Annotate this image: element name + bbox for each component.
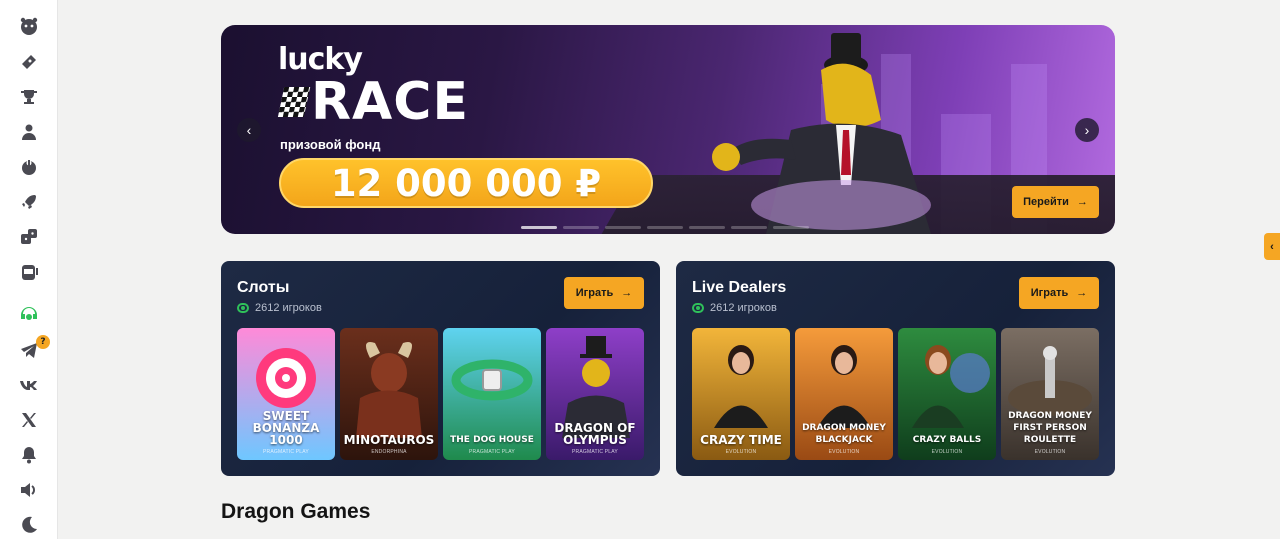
rocket-icon[interactable]	[17, 190, 41, 214]
game-name: SWEET BONANZA 1000	[252, 409, 320, 447]
slot-machine-icon[interactable]	[17, 260, 41, 284]
bell-icon[interactable]	[17, 443, 41, 467]
x-icon[interactable]	[17, 408, 41, 432]
side-panel-toggle[interactable]: ‹	[1264, 233, 1280, 260]
banner-pagination-dot[interactable]	[731, 226, 767, 229]
promo-banner[interactable]: lucky RACE призовой фонд 12 000 000 ₽ ‹ …	[221, 25, 1115, 234]
game-name: CRAZY TIME	[700, 433, 782, 447]
players-count: 2612 игроков	[255, 302, 322, 314]
dealer-icon[interactable]	[17, 120, 41, 144]
game-provider: EVOLUTION	[931, 449, 963, 455]
live-play-button[interactable]: Играть →	[1019, 277, 1099, 309]
panel-title: Live Dealers	[692, 279, 787, 296]
trophy-icon[interactable]	[17, 85, 41, 109]
game-provider: EVOLUTION	[725, 449, 757, 455]
panel-title: Слоты	[237, 279, 290, 296]
game-name: MINOTAUROS	[343, 433, 435, 447]
arrow-right-icon: →	[621, 287, 633, 299]
sound-icon[interactable]	[17, 478, 41, 502]
game-provider: PRAGMATIC PLAY	[572, 449, 618, 455]
chevron-left-icon: ‹	[1270, 240, 1274, 253]
vk-icon[interactable]	[17, 373, 41, 397]
game-card[interactable]: MINOTAUROS ENDORPHINA	[340, 328, 438, 460]
game-card[interactable]: DRAGON MONEY BLACKJACK EVOLUTION	[795, 328, 893, 460]
banner-go-label: Перейти	[1023, 196, 1069, 208]
banner-prize-amount: 12 000 000 ₽	[279, 158, 653, 208]
game-name: THE DOG HOUSE	[450, 435, 534, 445]
game-card[interactable]: SWEET BONANZA 1000 PRAGMATIC PLAY	[237, 328, 335, 460]
game-name: DRAGON OF OLYMPUS	[554, 421, 636, 447]
live-indicator-icon	[237, 303, 249, 313]
live-dealers-panel: Live Dealers 2612 игроков Играть → CRAZY…	[676, 261, 1115, 476]
game-card[interactable]: DRAGON MONEY FIRST PERSON ROULETTE EVOLU…	[1001, 328, 1099, 460]
dice-icon[interactable]	[17, 225, 41, 249]
game-name: DRAGON MONEY BLACKJACK	[802, 423, 886, 445]
game-provider: EVOLUTION	[1034, 449, 1066, 455]
banner-go-button[interactable]: Перейти →	[1012, 186, 1099, 218]
banner-pagination	[521, 226, 809, 229]
arrow-right-icon: →	[1076, 287, 1088, 299]
notification-badge: ?	[36, 335, 50, 349]
banner-pagination-dot[interactable]	[605, 226, 641, 229]
game-card[interactable]: DRAGON OF OLYMPUS PRAGMATIC PLAY	[546, 328, 644, 460]
game-provider: ENDORPHINA	[371, 449, 407, 455]
game-card[interactable]: CRAZY TIME EVOLUTION	[692, 328, 790, 460]
banner-next-button[interactable]: ›	[1075, 118, 1099, 142]
banner-pagination-dot[interactable]	[689, 226, 725, 229]
arrow-right-icon: →	[1076, 196, 1088, 208]
game-cards: CRAZY TIME EVOLUTION DRAGON MONEY BLACKJ…	[692, 328, 1099, 460]
play-label: Играть	[575, 287, 614, 299]
ticket-icon[interactable]	[17, 50, 41, 74]
game-card[interactable]: CRAZY BALLS EVOLUTION	[898, 328, 996, 460]
panel-players: 2612 игроков	[692, 302, 777, 314]
chevron-right-icon: ›	[1084, 122, 1090, 138]
sidebar: ?	[0, 0, 58, 539]
banner-pagination-dot[interactable]	[647, 226, 683, 229]
dragon-mascot-image	[712, 33, 931, 234]
banner-fund-label: призовой фонд	[280, 137, 381, 152]
panel-players: 2612 игроков	[237, 302, 322, 314]
moon-icon[interactable]	[17, 513, 41, 537]
game-name: CRAZY BALLS	[912, 435, 982, 445]
live-indicator-icon	[692, 303, 704, 313]
game-provider: EVOLUTION	[828, 449, 860, 455]
banner-pagination-dot[interactable]	[773, 226, 809, 229]
banner-brand-main: RACE	[311, 72, 469, 132]
support-icon[interactable]	[17, 303, 41, 327]
banner-prev-button[interactable]: ‹	[237, 118, 261, 142]
game-provider: PRAGMATIC PLAY	[263, 449, 309, 455]
slots-panel: Слоты 2612 игроков Играть → SWEET BONANZ…	[221, 261, 660, 476]
banner-pagination-dot[interactable]	[521, 226, 557, 229]
game-provider: PRAGMATIC PLAY	[469, 449, 515, 455]
chevron-left-icon: ‹	[246, 122, 252, 138]
section-title: Dragon Games	[221, 500, 371, 523]
game-card[interactable]: THE DOG HOUSE PRAGMATIC PLAY	[443, 328, 541, 460]
checkered-flag-icon	[277, 87, 311, 117]
game-name: DRAGON MONEY FIRST PERSON ROULETTE	[1008, 411, 1092, 445]
joystick-icon[interactable]	[17, 155, 41, 179]
players-count: 2612 игроков	[710, 302, 777, 314]
play-label: Играть	[1030, 287, 1069, 299]
logo-face-icon[interactable]	[17, 14, 41, 38]
slots-play-button[interactable]: Играть →	[564, 277, 644, 309]
banner-pagination-dot[interactable]	[563, 226, 599, 229]
game-cards: SWEET BONANZA 1000 PRAGMATIC PLAY MINOTA…	[237, 328, 644, 460]
